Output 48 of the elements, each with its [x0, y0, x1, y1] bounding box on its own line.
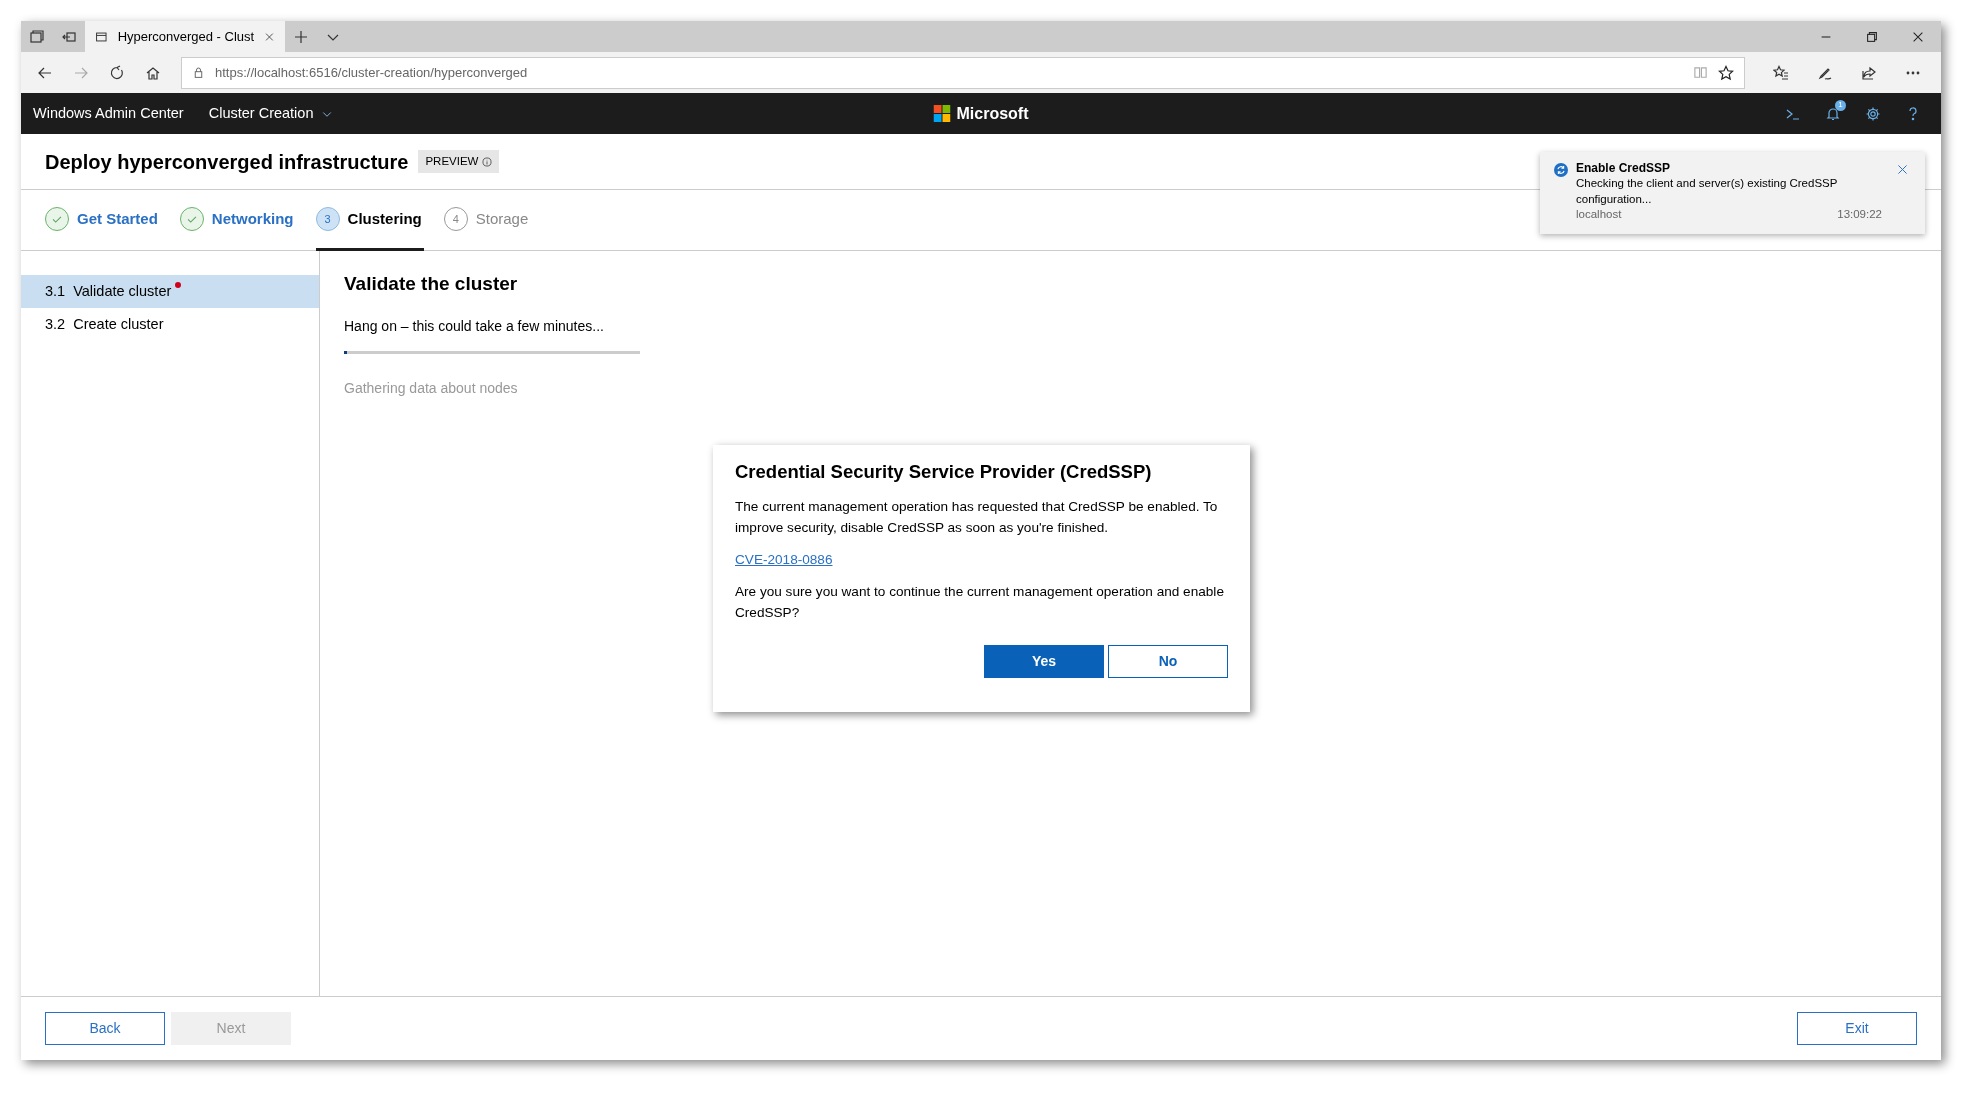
wizard-step[interactable]: Get Started — [45, 190, 160, 251]
dialog-question: Are you sure you want to continue the current management operation and enable CredSSP? — [735, 583, 1225, 622]
new-tab-icon[interactable] — [293, 29, 309, 45]
notification-title: Enable CredSSP — [1576, 160, 1672, 177]
section-heading: Validate the cluster — [344, 273, 519, 296]
sync-icon — [1554, 162, 1568, 177]
notification-badge: 1 — [1835, 99, 1846, 111]
favorites-icon[interactable] — [1773, 64, 1789, 81]
set-aside-tabs-icon[interactable] — [61, 29, 77, 45]
notification-message: Checking the client and server(s) existing CredSSP configuration... — [1576, 176, 1839, 207]
refresh-icon[interactable] — [109, 64, 125, 81]
info-icon — [482, 156, 493, 167]
preview-badge: PREVIEW — [418, 149, 500, 174]
notification-time: 13:09:22 — [1837, 207, 1882, 223]
dialog-message: The current management operation has requested that CredSSP be enabled. To improve security, disable CredSSP as soon as you're finished. — [735, 498, 1219, 537]
step-number: 3 — [315, 207, 340, 231]
close-icon[interactable] — [1896, 163, 1909, 177]
bell-icon[interactable] — [1825, 105, 1841, 122]
logo-icon — [933, 105, 951, 122]
app-name[interactable]: Windows Admin Center — [33, 102, 184, 125]
lock-icon — [192, 66, 205, 79]
detail-text: Gathering data about nodes — [344, 378, 519, 398]
page-title: Deploy hyperconverged infrastructure — [45, 149, 409, 174]
wizard-step[interactable]: 3 Clustering — [315, 190, 424, 251]
notification-source: localhost — [1576, 207, 1622, 223]
share-icon[interactable] — [1861, 64, 1877, 81]
link[interactable]: CVE-2018-0886 — [735, 551, 833, 567]
settings-icon[interactable] — [1865, 105, 1881, 122]
footer-button[interactable]: Exit — [1797, 1012, 1917, 1045]
sidebar-item[interactable]: 3.1 Validate cluster — [21, 275, 319, 308]
menu-dropdown[interactable]: Cluster Creation — [207, 101, 335, 126]
dialog-button[interactable]: Yes — [984, 645, 1104, 679]
step-done-indicator — [45, 207, 69, 231]
wizard-step[interactable]: Networking — [179, 190, 296, 251]
sidebar-item[interactable]: 3.2 Create cluster — [21, 308, 319, 341]
page-icon — [95, 29, 108, 44]
dialog-title: Credential Security Service Provider (CredSSP) — [735, 461, 1153, 484]
address-field[interactable]: https://localhost:6516/cluster-creation/hyperconverged — [181, 56, 1745, 89]
dialog-button[interactable]: No — [1108, 645, 1228, 679]
step-done-indicator — [179, 207, 204, 231]
star-icon[interactable] — [1718, 64, 1734, 81]
restore-icon[interactable] — [1865, 29, 1879, 44]
status-text: Hang on – this could take a few minutes... — [344, 316, 605, 336]
browser-tab[interactable]: Hyperconverged - Clust — [85, 21, 285, 52]
tabs-icon[interactable] — [29, 29, 45, 45]
wizard-step[interactable]: 4 Storage — [443, 190, 531, 251]
brand-name: Microsoft — [956, 103, 1029, 124]
footer-button[interactable]: Back — [45, 1012, 165, 1045]
